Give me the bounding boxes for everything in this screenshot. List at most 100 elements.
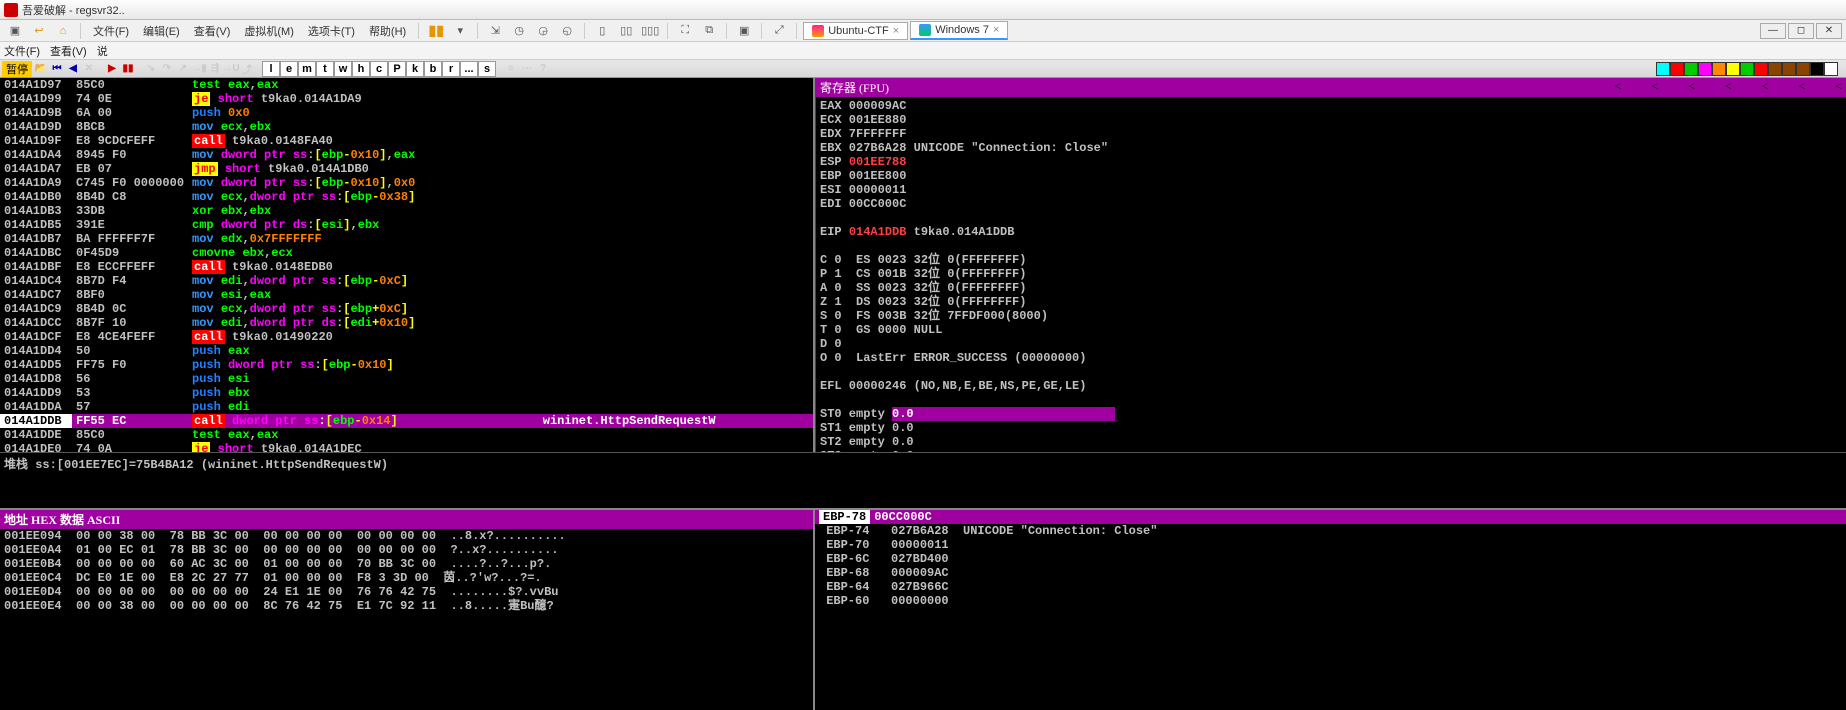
disasm-row[interactable]: 014A1DB5391Ecmp dword ptr ds:[esi],ebx xyxy=(0,218,813,232)
rewind-icon[interactable]: ⏮ xyxy=(49,61,65,77)
stepinto-icon[interactable]: ↘ xyxy=(143,61,159,77)
toolbar-letter-k[interactable]: k xyxy=(406,61,424,77)
fullscreen-icon[interactable]: ⛶ xyxy=(674,22,696,40)
close-button[interactable]: ✕ xyxy=(1816,23,1842,39)
menu-tabs[interactable]: 选项卡(T) xyxy=(302,21,361,41)
color-magenta[interactable] xyxy=(1698,62,1712,76)
send-ctrlaltdel-icon[interactable]: ⇲ xyxy=(484,22,506,40)
toolbar-letter-c[interactable]: c xyxy=(370,61,388,77)
disasm-row[interactable]: 014A1DDBFF55 ECcall dword ptr ss:[ebp-0x… xyxy=(0,414,813,428)
disasm-row[interactable]: 014A1DC78BF0mov esi,eax xyxy=(0,288,813,302)
back-icon[interactable]: ◀ xyxy=(65,61,81,77)
disasm-row[interactable]: 014A1D9974 0Eje short t9ka0.014A1DA9 xyxy=(0,92,813,106)
color-brown3[interactable] xyxy=(1796,62,1810,76)
stepover-icon[interactable]: ↷ xyxy=(159,61,175,77)
color-green[interactable] xyxy=(1684,62,1698,76)
list-icon[interactable]: ≡ xyxy=(503,61,519,77)
disasm-row[interactable]: 014A1DB333DBxor ebx,ebx xyxy=(0,204,813,218)
stack-pane[interactable]: EBP-78 00CC000C EBP-74 027B6A28 UNICODE … xyxy=(815,510,1846,710)
disasm-row[interactable]: 014A1DD450push eax xyxy=(0,344,813,358)
app-menu-file[interactable]: 文件(F) xyxy=(4,43,40,59)
disasm-row[interactable]: 014A1DB7BA FFFFFF7Fmov edx,0x7FFFFFFF xyxy=(0,232,813,246)
disasm-row[interactable]: 014A1DD856push esi xyxy=(0,372,813,386)
disasm-row[interactable]: 014A1DDA57push edi xyxy=(0,400,813,414)
menu-vm[interactable]: 虚拟机(M) xyxy=(238,21,300,41)
vm-icon[interactable]: ▣ xyxy=(4,22,26,40)
maximize-button[interactable]: ◻ xyxy=(1788,23,1814,39)
disasm-row[interactable]: 014A1DC98B4D 0Cmov ecx,dword ptr ss:[ebp… xyxy=(0,302,813,316)
color-brown[interactable] xyxy=(1768,62,1782,76)
disasm-row[interactable]: 014A1D9D8BCBmov ecx,ebx xyxy=(0,120,813,134)
close-icon[interactable]: ✕ xyxy=(81,61,97,77)
disasm-row[interactable]: 014A1DCFE8 4CE4FEFFcall t9ka0.01490220 xyxy=(0,330,813,344)
runtouser-icon[interactable]: →U xyxy=(223,61,239,77)
disassembly-pane[interactable]: 014A1D9785C0test eax,eax014A1D9974 0Eje … xyxy=(0,78,815,452)
hexdump-pane[interactable]: 地址 HEX 数据 ASCII 001EE094 00 00 38 00 78 … xyxy=(0,510,815,710)
tab-ubuntu[interactable]: Ubuntu-CTF × xyxy=(803,22,908,40)
tab-windows[interactable]: Windows 7 × xyxy=(910,21,1008,40)
color-brown2[interactable] xyxy=(1782,62,1796,76)
color-white[interactable] xyxy=(1824,62,1838,76)
dropdown-icon[interactable]: ▾ xyxy=(449,22,471,40)
nav-home-icon[interactable]: ⌂ xyxy=(52,22,74,40)
menu-help[interactable]: 帮助(H) xyxy=(363,21,412,41)
menu-file[interactable]: 文件(F) xyxy=(87,21,135,41)
menu-edit[interactable]: 编辑(E) xyxy=(137,21,186,41)
toolbar-letter-w[interactable]: w xyxy=(334,61,352,77)
disasm-row[interactable]: 014A1DD953push ebx xyxy=(0,386,813,400)
color-black[interactable] xyxy=(1810,62,1824,76)
disasm-row[interactable]: 014A1DA9C745 F0 0000000mov dword ptr ss:… xyxy=(0,176,813,190)
disasm-row[interactable]: 014A1DC48B7D F4mov edi,dword ptr ss:[ebp… xyxy=(0,274,813,288)
disasm-row[interactable]: 014A1DD5FF75 F0push dword ptr ss:[ebp-0x… xyxy=(0,358,813,372)
toolbar-letter-e[interactable]: e xyxy=(280,61,298,77)
registers-pane[interactable]: 寄存器 (FPU) <<<<<<< EAX 000009AC ECX 001EE… xyxy=(815,78,1846,452)
toolbar-letter-r[interactable]: r xyxy=(442,61,460,77)
disasm-row[interactable]: 014A1D9FE8 9CDCFEFFcall t9ka0.0148FA40 xyxy=(0,134,813,148)
color-red2[interactable] xyxy=(1754,62,1768,76)
disasm-row[interactable]: 014A1DA7EB 07jmp short t9ka0.014A1DB0 xyxy=(0,162,813,176)
registers-scroll[interactable]: <<<<<<< xyxy=(1615,79,1842,96)
disasm-row[interactable]: 014A1DCC8B7F 10mov edi,dword ptr ds:[edi… xyxy=(0,316,813,330)
trace-icon[interactable]: ⇶ xyxy=(207,61,223,77)
disasm-row[interactable]: 014A1D9B6A 00push 0x0 xyxy=(0,106,813,120)
toolbar-letter-s[interactable]: s xyxy=(478,61,496,77)
minimize-button[interactable]: — xyxy=(1760,23,1786,39)
color-green2[interactable] xyxy=(1740,62,1754,76)
toolbar-letter-h[interactable]: h xyxy=(352,61,370,77)
stepout-icon[interactable]: ↗ xyxy=(175,61,191,77)
toolbar-letter-t[interactable]: t xyxy=(316,61,334,77)
disasm-row[interactable]: 014A1DE074 0Aje short t9ka0.014A1DEC xyxy=(0,442,813,452)
stretch-icon[interactable]: ⤢ xyxy=(768,22,790,40)
unity-icon[interactable]: ⧉ xyxy=(698,22,720,40)
help-icon[interactable]: ? xyxy=(535,61,551,77)
layout1-icon[interactable]: ▯ xyxy=(591,22,613,40)
snapshot-manager-icon[interactable]: ◵ xyxy=(556,22,578,40)
disasm-row[interactable]: 014A1D9785C0test eax,eax xyxy=(0,78,813,92)
menu-view[interactable]: 查看(V) xyxy=(188,21,237,41)
console-icon[interactable]: ▣ xyxy=(733,22,755,40)
pause-icon[interactable]: ▮▮ xyxy=(425,22,447,40)
return-icon[interactable]: ⤴ xyxy=(239,61,255,77)
open-icon[interactable]: 📂 xyxy=(33,61,49,77)
snapshot-revert-icon[interactable]: ◶ xyxy=(532,22,554,40)
snapshot-icon[interactable]: ◷ xyxy=(508,22,530,40)
layout3-icon[interactable]: ▯▯▯ xyxy=(639,22,661,40)
disasm-row[interactable]: 014A1DA48945 F0mov dword ptr ss:[ebp-0x1… xyxy=(0,148,813,162)
close-icon[interactable]: × xyxy=(993,24,999,36)
color-orange[interactable] xyxy=(1712,62,1726,76)
pause-icon[interactable]: ▮▮ xyxy=(120,61,136,77)
options-icon[interactable]: ⋯ xyxy=(519,61,535,77)
toolbar-letter-b[interactable]: b xyxy=(424,61,442,77)
nav-back-icon[interactable]: ↩ xyxy=(28,22,50,40)
app-menu-view[interactable]: 查看(V) xyxy=(50,43,87,59)
disasm-row[interactable]: 014A1DDE85C0test eax,eax xyxy=(0,428,813,442)
runtill-icon[interactable]: →▮ xyxy=(191,61,207,77)
toolbar-letter-P[interactable]: P xyxy=(388,61,406,77)
app-menu-misc[interactable]: 说 xyxy=(97,43,108,59)
color-cyan[interactable] xyxy=(1656,62,1670,76)
layout2-icon[interactable]: ▯▯ xyxy=(615,22,637,40)
color-yellow[interactable] xyxy=(1726,62,1740,76)
toolbar-letter-...[interactable]: ... xyxy=(460,61,478,77)
toolbar-letter-m[interactable]: m xyxy=(298,61,316,77)
color-red[interactable] xyxy=(1670,62,1684,76)
